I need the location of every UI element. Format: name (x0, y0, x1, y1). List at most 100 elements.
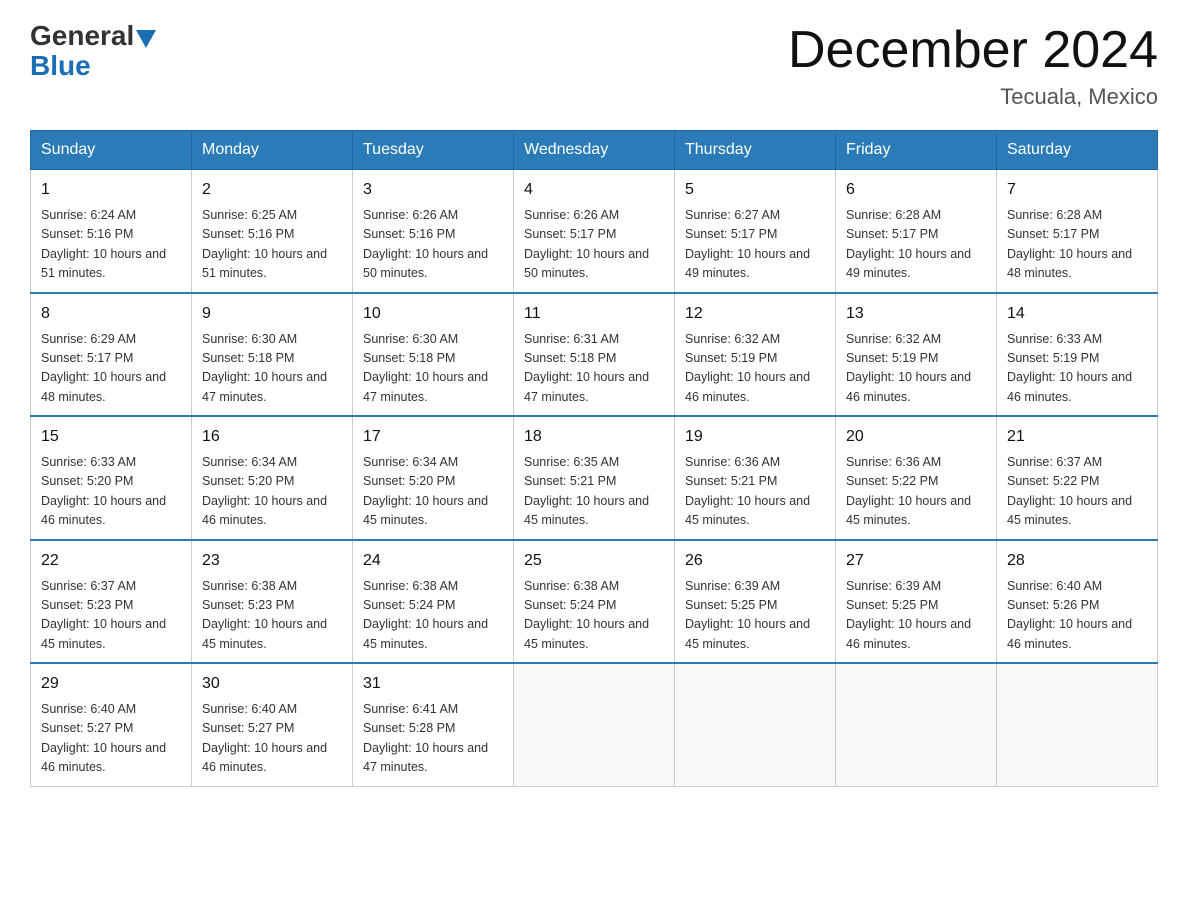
day-number: 23 (202, 549, 342, 573)
day-info: Sunrise: 6:29 AMSunset: 5:17 PMDaylight:… (41, 330, 181, 408)
calendar-day-cell: 30 Sunrise: 6:40 AMSunset: 5:27 PMDayligh… (192, 663, 353, 786)
day-info: Sunrise: 6:41 AMSunset: 5:28 PMDaylight:… (363, 700, 503, 778)
calendar-day-cell: 21Sunrise: 6:37 AMSunset: 5:22 PMDayligh… (997, 416, 1158, 540)
day-info: Sunrise: 6:35 AMSunset: 5:21 PMDaylight:… (524, 453, 664, 531)
calendar-day-cell: 31 Sunrise: 6:41 AMSunset: 5:28 PMDayligh… (353, 663, 514, 786)
day-info: Sunrise: 6:26 AMSunset: 5:16 PMDaylight:… (363, 206, 503, 284)
calendar-header-sunday: Sunday (31, 131, 192, 170)
calendar-week-row: 29 Sunrise: 6:40 AMSunset: 5:27 PMDayligh… (31, 663, 1158, 786)
day-info: Sunrise: 6:39 AMSunset: 5:25 PMDaylight:… (846, 577, 986, 655)
day-number: 26 (685, 549, 825, 573)
calendar-header-saturday: Saturday (997, 131, 1158, 170)
day-number: 27 (846, 549, 986, 573)
day-info: Sunrise: 6:33 AMSunset: 5:20 PMDaylight:… (41, 453, 181, 531)
day-number: 29 (41, 672, 181, 696)
day-info: Sunrise: 6:26 AMSunset: 5:17 PMDaylight:… (524, 206, 664, 284)
calendar-day-cell: 2 Sunrise: 6:25 AMSunset: 5:16 PMDaylight… (192, 170, 353, 293)
day-info: Sunrise: 6:32 AMSunset: 5:19 PMDaylight:… (685, 330, 825, 408)
calendar-header-thursday: Thursday (675, 131, 836, 170)
calendar-week-row: 1 Sunrise: 6:24 AMSunset: 5:16 PMDaylight… (31, 170, 1158, 293)
day-number: 30 (202, 672, 342, 696)
calendar-day-cell: 29 Sunrise: 6:40 AMSunset: 5:27 PMDayligh… (31, 663, 192, 786)
calendar-day-cell: 23 Sunrise: 6:38 AMSunset: 5:23 PMDayligh… (192, 540, 353, 664)
day-info: Sunrise: 6:34 AMSunset: 5:20 PMDaylight:… (202, 453, 342, 531)
calendar-day-cell (997, 663, 1158, 786)
day-info: Sunrise: 6:40 AMSunset: 5:27 PMDaylight:… (41, 700, 181, 778)
calendar-day-cell: 17Sunrise: 6:34 AMSunset: 5:20 PMDayligh… (353, 416, 514, 540)
day-number: 19 (685, 425, 825, 449)
page-header: General Blue December 2024 Tecuala, Mexi… (30, 20, 1158, 110)
calendar-day-cell: 4 Sunrise: 6:26 AMSunset: 5:17 PMDaylight… (514, 170, 675, 293)
calendar-day-cell: 14 Sunrise: 6:33 AMSunset: 5:19 PMDayligh… (997, 293, 1158, 417)
day-number: 31 (363, 672, 503, 696)
calendar-day-cell: 11 Sunrise: 6:31 AMSunset: 5:18 PMDayligh… (514, 293, 675, 417)
calendar-header-monday: Monday (192, 131, 353, 170)
day-info: Sunrise: 6:39 AMSunset: 5:25 PMDaylight:… (685, 577, 825, 655)
day-number: 6 (846, 178, 986, 202)
day-number: 4 (524, 178, 664, 202)
day-info: Sunrise: 6:28 AMSunset: 5:17 PMDaylight:… (1007, 206, 1147, 284)
day-info: Sunrise: 6:25 AMSunset: 5:16 PMDaylight:… (202, 206, 342, 284)
day-info: Sunrise: 6:38 AMSunset: 5:24 PMDaylight:… (524, 577, 664, 655)
day-info: Sunrise: 6:33 AMSunset: 5:19 PMDaylight:… (1007, 330, 1147, 408)
calendar-day-cell: 20 Sunrise: 6:36 AMSunset: 5:22 PMDayligh… (836, 416, 997, 540)
day-number: 3 (363, 178, 503, 202)
calendar-day-cell: 15 Sunrise: 6:33 AMSunset: 5:20 PMDayligh… (31, 416, 192, 540)
calendar-day-cell: 24Sunrise: 6:38 AMSunset: 5:24 PMDayligh… (353, 540, 514, 664)
day-info: Sunrise: 6:36 AMSunset: 5:21 PMDaylight:… (685, 453, 825, 531)
calendar-week-row: 8 Sunrise: 6:29 AMSunset: 5:17 PMDaylight… (31, 293, 1158, 417)
day-number: 13 (846, 302, 986, 326)
calendar-day-cell: 7 Sunrise: 6:28 AMSunset: 5:17 PMDaylight… (997, 170, 1158, 293)
day-number: 14 (1007, 302, 1147, 326)
calendar-header-row: SundayMondayTuesdayWednesdayThursdayFrid… (31, 131, 1158, 170)
day-info: Sunrise: 6:28 AMSunset: 5:17 PMDaylight:… (846, 206, 986, 284)
calendar-day-cell: 6 Sunrise: 6:28 AMSunset: 5:17 PMDaylight… (836, 170, 997, 293)
calendar-day-cell: 28 Sunrise: 6:40 AMSunset: 5:26 PMDayligh… (997, 540, 1158, 664)
calendar-day-cell: 13Sunrise: 6:32 AMSunset: 5:19 PMDayligh… (836, 293, 997, 417)
calendar-week-row: 15 Sunrise: 6:33 AMSunset: 5:20 PMDayligh… (31, 416, 1158, 540)
day-number: 9 (202, 302, 342, 326)
day-number: 15 (41, 425, 181, 449)
day-number: 5 (685, 178, 825, 202)
calendar-day-cell: 8 Sunrise: 6:29 AMSunset: 5:17 PMDaylight… (31, 293, 192, 417)
day-info: Sunrise: 6:40 AMSunset: 5:27 PMDaylight:… (202, 700, 342, 778)
calendar-table: SundayMondayTuesdayWednesdayThursdayFrid… (30, 130, 1158, 787)
calendar-day-cell: 22 Sunrise: 6:37 AMSunset: 5:23 PMDayligh… (31, 540, 192, 664)
day-number: 11 (524, 302, 664, 326)
calendar-day-cell (675, 663, 836, 786)
logo-blue-text: Blue (30, 50, 91, 82)
day-info: Sunrise: 6:24 AMSunset: 5:16 PMDaylight:… (41, 206, 181, 284)
day-info: Sunrise: 6:27 AMSunset: 5:17 PMDaylight:… (685, 206, 825, 284)
day-info: Sunrise: 6:37 AMSunset: 5:23 PMDaylight:… (41, 577, 181, 655)
calendar-day-cell: 12 Sunrise: 6:32 AMSunset: 5:19 PMDayligh… (675, 293, 836, 417)
day-info: Sunrise: 6:36 AMSunset: 5:22 PMDaylight:… (846, 453, 986, 531)
day-number: 1 (41, 178, 181, 202)
day-number: 2 (202, 178, 342, 202)
day-info: Sunrise: 6:30 AMSunset: 5:18 PMDaylight:… (202, 330, 342, 408)
calendar-day-cell: 10Sunrise: 6:30 AMSunset: 5:18 PMDayligh… (353, 293, 514, 417)
day-number: 28 (1007, 549, 1147, 573)
calendar-day-cell: 9 Sunrise: 6:30 AMSunset: 5:18 PMDaylight… (192, 293, 353, 417)
day-number: 16 (202, 425, 342, 449)
logo-triangle-icon (136, 30, 156, 48)
day-number: 12 (685, 302, 825, 326)
calendar-day-cell (836, 663, 997, 786)
calendar-day-cell: 26 Sunrise: 6:39 AMSunset: 5:25 PMDayligh… (675, 540, 836, 664)
title-block: December 2024 Tecuala, Mexico (788, 20, 1158, 110)
day-info: Sunrise: 6:31 AMSunset: 5:18 PMDaylight:… (524, 330, 664, 408)
day-info: Sunrise: 6:40 AMSunset: 5:26 PMDaylight:… (1007, 577, 1147, 655)
calendar-day-cell: 18Sunrise: 6:35 AMSunset: 5:21 PMDayligh… (514, 416, 675, 540)
day-number: 22 (41, 549, 181, 573)
day-info: Sunrise: 6:30 AMSunset: 5:18 PMDaylight:… (363, 330, 503, 408)
calendar-day-cell: 25 Sunrise: 6:38 AMSunset: 5:24 PMDayligh… (514, 540, 675, 664)
day-number: 20 (846, 425, 986, 449)
day-info: Sunrise: 6:38 AMSunset: 5:23 PMDaylight:… (202, 577, 342, 655)
calendar-header-tuesday: Tuesday (353, 131, 514, 170)
day-number: 8 (41, 302, 181, 326)
day-number: 25 (524, 549, 664, 573)
calendar-day-cell: 5 Sunrise: 6:27 AMSunset: 5:17 PMDaylight… (675, 170, 836, 293)
day-info: Sunrise: 6:37 AMSunset: 5:22 PMDaylight:… (1007, 453, 1147, 531)
calendar-header-wednesday: Wednesday (514, 131, 675, 170)
day-number: 7 (1007, 178, 1147, 202)
day-number: 24 (363, 549, 503, 573)
